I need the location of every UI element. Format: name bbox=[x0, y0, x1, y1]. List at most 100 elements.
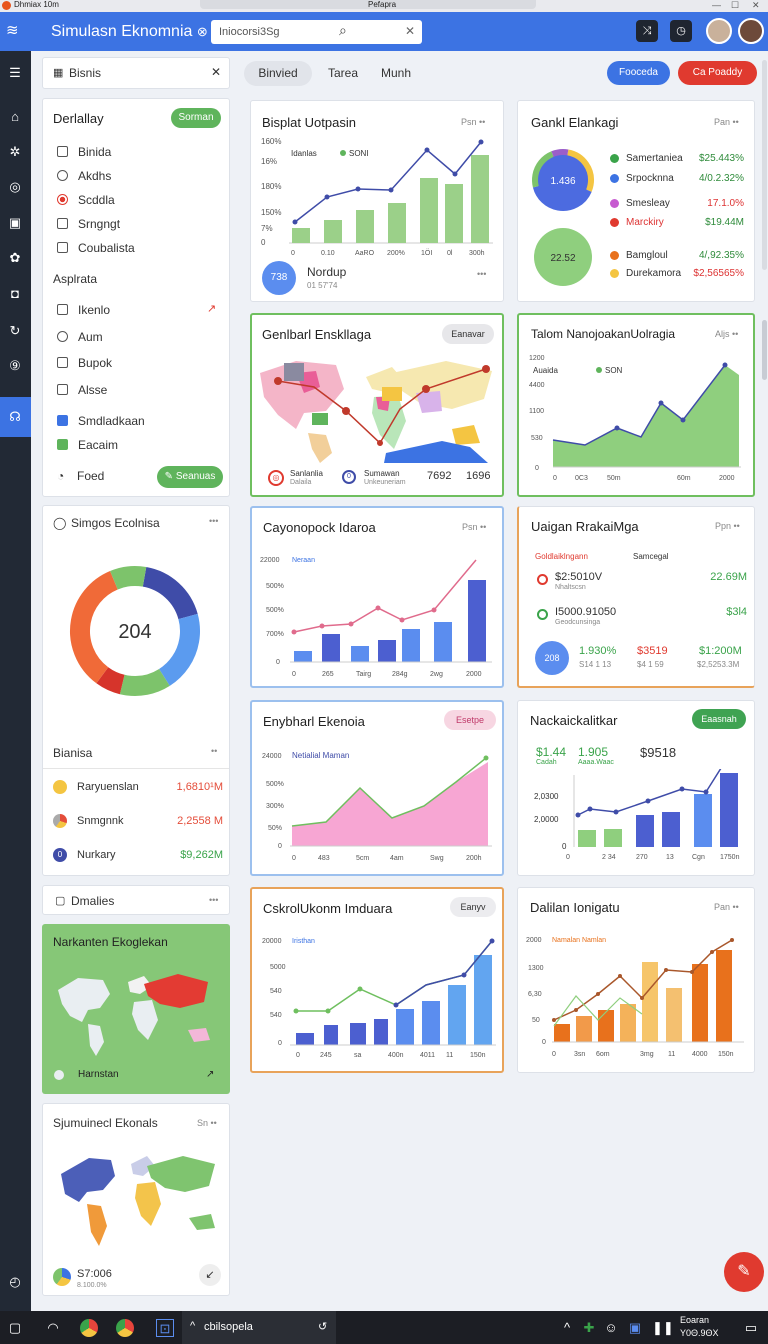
section-button[interactable]: Sorman bbox=[171, 108, 221, 128]
checkbox-icon[interactable] bbox=[57, 242, 68, 253]
fab-edit-button[interactable]: ✎ bbox=[724, 1252, 764, 1292]
card-button[interactable]: Eanyv bbox=[450, 897, 496, 917]
list-item[interactable]: Ikenlo bbox=[57, 302, 110, 318]
list-item[interactable]: Srngngt bbox=[57, 216, 120, 232]
tab-munh[interactable]: Munh bbox=[372, 61, 420, 86]
list-item[interactable]: Coubalista bbox=[57, 240, 135, 256]
more-icon[interactable]: ••• bbox=[209, 895, 218, 905]
avatar[interactable] bbox=[706, 18, 732, 44]
chart-card-10: Dalilan Ionigatu Pan •• Namalan Namlan 2… bbox=[517, 887, 755, 1073]
checkbox-icon[interactable] bbox=[57, 384, 68, 395]
panel-corner[interactable]: Sn •• bbox=[197, 1118, 217, 1128]
minimize-icon[interactable]: — bbox=[712, 0, 721, 10]
bar bbox=[422, 1001, 440, 1045]
clock-icon[interactable]: ◴ bbox=[5, 1272, 25, 1292]
card-button[interactable]: Esetpe bbox=[444, 710, 496, 730]
checkbox-icon[interactable] bbox=[57, 357, 68, 368]
close-window-icon[interactable]: ✕ bbox=[752, 0, 760, 11]
tab-binvied[interactable]: Binvied bbox=[244, 61, 312, 86]
menu-icon[interactable]: ☰ bbox=[5, 63, 25, 83]
chrome-icon[interactable] bbox=[80, 1319, 98, 1337]
chart-card-8: Nackaickalitkar Eaasnah $1.44 Cadah 1.90… bbox=[517, 700, 755, 876]
network-icon[interactable]: ✲ bbox=[5, 142, 25, 162]
logo-icon[interactable]: ≋ bbox=[6, 23, 24, 38]
rail-active-item[interactable]: ☊ bbox=[0, 397, 31, 437]
edit-icon: ✎ bbox=[737, 1263, 751, 1280]
home-icon[interactable]: ⌂ bbox=[5, 107, 25, 127]
card-corner[interactable]: Pan •• bbox=[714, 117, 739, 127]
status-dot bbox=[610, 218, 619, 227]
start-icon[interactable]: ▢ bbox=[6, 1319, 24, 1337]
bar bbox=[388, 203, 406, 243]
maximize-icon[interactable]: ☐ bbox=[731, 0, 739, 11]
shuffle-icon[interactable]: ⤨ bbox=[636, 20, 658, 42]
scrollbar-thumb[interactable] bbox=[762, 320, 767, 380]
card-button[interactable]: Eaasnah bbox=[692, 709, 746, 729]
checkbox-icon[interactable] bbox=[57, 304, 68, 315]
number-icon[interactable]: ⑨ bbox=[5, 356, 25, 376]
refresh-icon[interactable]: ↻ bbox=[5, 321, 25, 341]
avatar[interactable] bbox=[738, 18, 764, 44]
list-item[interactable]: Alsse bbox=[57, 382, 107, 398]
settings-icon[interactable]: ✿ bbox=[5, 248, 25, 268]
app-title: Simulasn Eknomnia ⊗ bbox=[51, 23, 208, 40]
face-icon[interactable]: ☺ bbox=[602, 1319, 620, 1337]
list-item[interactable]: I5000.91050 Geodcunsinga $3l4 bbox=[535, 606, 747, 636]
danger-button[interactable]: Ca Poaddy bbox=[678, 61, 757, 85]
chrome-icon[interactable] bbox=[116, 1319, 134, 1337]
point bbox=[703, 789, 709, 795]
list-item[interactable]: $2:5010V Nhaltscsn 22.69M bbox=[535, 571, 747, 601]
expand-icon[interactable]: ↙ bbox=[199, 1264, 221, 1286]
notification-icon[interactable]: ▭ bbox=[742, 1319, 760, 1337]
footer-button[interactable]: ✎ Seanuas bbox=[157, 466, 223, 488]
card-corner[interactable]: Pan •• bbox=[714, 902, 739, 912]
grid-icon[interactable]: ▣ bbox=[5, 213, 25, 233]
list-item[interactable]: Binida bbox=[57, 144, 111, 160]
sync-icon[interactable]: ✚ bbox=[580, 1319, 598, 1337]
arrow-icon[interactable]: ↗ bbox=[206, 1069, 214, 1080]
monitor-icon[interactable]: ▣ bbox=[626, 1319, 644, 1337]
more-icon[interactable]: •• bbox=[211, 746, 217, 756]
list-item[interactable]: 0 Nurkary $9,262M bbox=[53, 846, 223, 866]
clear-icon[interactable]: ✕ bbox=[405, 24, 415, 38]
list-item[interactable]: Snmgnnk 2,2558 M bbox=[53, 812, 223, 832]
compass-icon[interactable]: ◎ bbox=[5, 177, 25, 197]
checkbox-icon[interactable] bbox=[57, 218, 68, 229]
checkbox-checked-icon[interactable] bbox=[57, 415, 68, 426]
card-corner[interactable]: Psn •• bbox=[462, 522, 486, 532]
primary-button[interactable]: Fooceda bbox=[607, 61, 670, 85]
checkbox-checked-icon[interactable] bbox=[57, 439, 68, 450]
checkbox-icon[interactable] bbox=[57, 146, 68, 157]
list-item[interactable]: Bupok bbox=[57, 355, 112, 371]
search-icon[interactable]: ◠ bbox=[44, 1319, 62, 1337]
list-item[interactable]: Smdladkaan bbox=[57, 413, 145, 429]
timer-icon[interactable]: ◷ bbox=[670, 20, 692, 42]
list-item[interactable]: Scddla bbox=[57, 192, 115, 208]
search-input[interactable] bbox=[219, 23, 339, 41]
world-map-card[interactable]: Narkanten Ekoglekan Harnstan ↗ bbox=[42, 924, 230, 1094]
radio-icon[interactable] bbox=[57, 170, 68, 181]
card-corner[interactable]: Ppn •• bbox=[715, 521, 740, 531]
more-icon[interactable]: ••• bbox=[477, 269, 486, 279]
tab-tarea[interactable]: Tarea bbox=[318, 61, 368, 86]
data-icon[interactable]: ◘ bbox=[5, 284, 25, 304]
list-item[interactable]: Aum bbox=[57, 329, 103, 345]
card-corner[interactable]: Aljs •• bbox=[715, 329, 738, 339]
search-icon[interactable]: ⌕ bbox=[339, 22, 347, 39]
radio-selected-icon[interactable] bbox=[57, 194, 68, 205]
card-button[interactable]: Eanavar bbox=[442, 324, 494, 344]
search-box[interactable]: ⌕ ✕ bbox=[211, 20, 422, 44]
chevron-up-icon[interactable]: ^ bbox=[558, 1319, 576, 1337]
list-item[interactable]: Raryuenslan 1,6810¹M bbox=[53, 778, 223, 798]
card-title: Enybharl Ekenoia bbox=[263, 714, 365, 729]
pause-icon[interactable]: ❚❚ bbox=[652, 1319, 674, 1337]
list-item[interactable]: Eacaim bbox=[57, 437, 118, 453]
list-item[interactable]: Akdhs bbox=[57, 168, 111, 184]
contacts-icon[interactable]: ⊡ bbox=[156, 1319, 174, 1337]
radio-icon[interactable] bbox=[57, 331, 68, 342]
card-corner[interactable]: Psn •• bbox=[461, 117, 485, 127]
scrollbar-track[interactable] bbox=[762, 60, 767, 270]
taskbar-active-task[interactable]: ^ cbilsopela ↺ bbox=[182, 1311, 336, 1344]
more-icon[interactable]: ••• bbox=[209, 516, 218, 526]
close-icon[interactable]: ✕ bbox=[211, 65, 221, 79]
